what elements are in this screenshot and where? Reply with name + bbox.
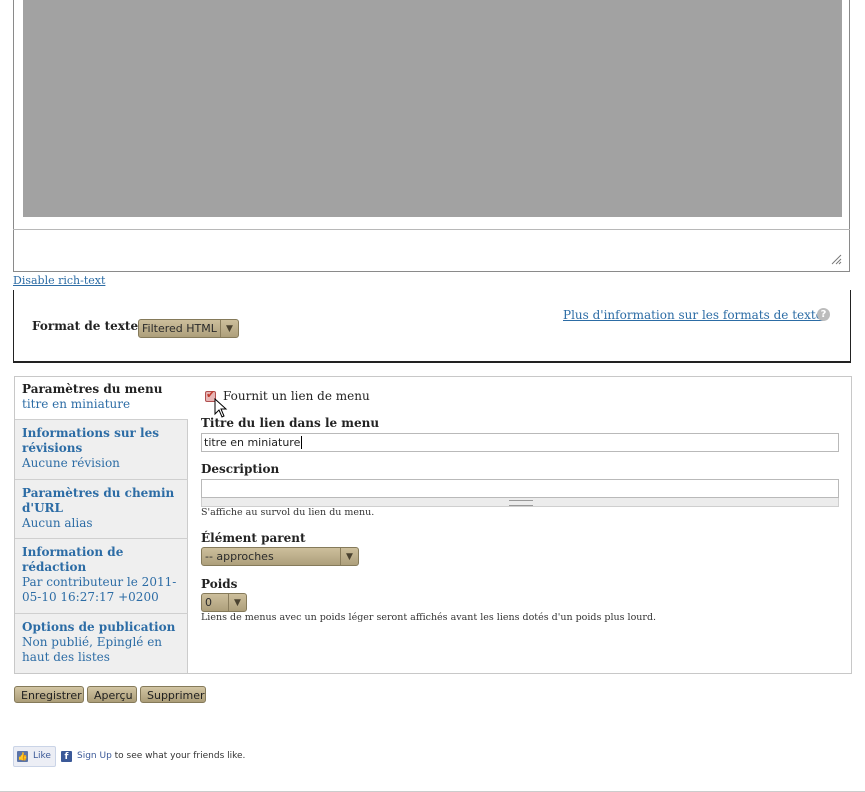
textarea-resize-grip[interactable] bbox=[201, 498, 839, 507]
editor-content-area[interactable] bbox=[23, 0, 842, 217]
tab-menu-settings[interactable]: Paramètres du menu titre en miniature bbox=[15, 377, 188, 420]
tab-title: Paramètres du chemin d'URL bbox=[22, 486, 175, 515]
tab-authoring-info[interactable]: Information de rédaction Par contributeu… bbox=[15, 539, 188, 614]
parent-item-select[interactable]: -- approches ▼ bbox=[201, 547, 359, 566]
delete-button[interactable]: Supprimer bbox=[140, 686, 206, 703]
question-icon[interactable]: ? bbox=[817, 308, 830, 321]
chevron-down-icon: ▼ bbox=[228, 594, 246, 611]
weight-value: 0 bbox=[205, 596, 212, 609]
menu-link-title-label: Titre du lien dans le menu bbox=[201, 416, 380, 430]
resize-grip-icon[interactable] bbox=[830, 253, 842, 265]
editor-divider bbox=[13, 229, 850, 230]
like-label: Like bbox=[33, 751, 51, 761]
chevron-down-icon: ▼ bbox=[220, 320, 238, 337]
menu-link-title-value: titre en miniature bbox=[204, 436, 301, 449]
tab-summary: Non publié, Epinglé en haut des listes bbox=[22, 635, 163, 664]
tab-title: Information de rédaction bbox=[22, 545, 124, 574]
parent-item-label: Élément parent bbox=[201, 531, 306, 545]
text-format-select[interactable]: Filtered HTML ▼ bbox=[138, 319, 239, 338]
weight-select[interactable]: 0 ▼ bbox=[201, 593, 247, 612]
facebook-like-button[interactable]: 👍 Like bbox=[13, 746, 56, 767]
save-button[interactable]: Enregistrer bbox=[14, 686, 84, 703]
weight-hint: Liens de menus avec un poids léger seron… bbox=[201, 612, 657, 623]
tab-url-path[interactable]: Paramètres du chemin d'URL Aucun alias bbox=[15, 480, 188, 539]
tab-title: Informations sur les révisions bbox=[22, 426, 159, 455]
tab-summary: Aucun alias bbox=[22, 516, 93, 530]
tab-summary: titre en miniature bbox=[22, 397, 131, 411]
grip-lines-icon bbox=[509, 500, 533, 506]
description-textarea[interactable] bbox=[201, 479, 839, 498]
provide-menu-link-label[interactable]: Fournit un lien de menu bbox=[223, 389, 370, 403]
tab-title: Paramètres du menu bbox=[22, 382, 163, 396]
tab-publishing-options[interactable]: Options de publication Non publié, Eping… bbox=[15, 614, 188, 673]
tab-summary: Aucune révision bbox=[22, 456, 120, 470]
description-hint: S'affiche au survol du lien du menu. bbox=[201, 507, 375, 518]
thumbs-up-icon: 👍 bbox=[17, 751, 28, 762]
parent-item-value: -- approches bbox=[205, 550, 274, 563]
facebook-signup-link[interactable]: Sign Up bbox=[77, 751, 112, 761]
menu-link-title-input[interactable]: titre en miniature bbox=[201, 433, 839, 452]
facebook-signup-text: Sign Up to see what your friends like. bbox=[77, 751, 245, 761]
mouse-cursor-icon bbox=[214, 398, 228, 418]
description-label: Description bbox=[201, 462, 280, 476]
tab-revision-info[interactable]: Informations sur les révisions Aucune ré… bbox=[15, 420, 188, 480]
disable-rich-text-link[interactable]: Disable rich-text bbox=[13, 274, 105, 287]
facebook-signup-suffix: to see what your friends like. bbox=[111, 751, 246, 761]
facebook-icon: f bbox=[61, 751, 72, 762]
tab-summary: Par contributeur le 2011-05-10 16:27:17 … bbox=[22, 575, 177, 604]
text-format-info-link[interactable]: Plus d'information sur les formats de te… bbox=[563, 308, 823, 322]
text-caret bbox=[301, 436, 303, 449]
chevron-down-icon: ▼ bbox=[340, 548, 358, 565]
tab-title: Options de publication bbox=[22, 620, 176, 634]
text-format-label: Format de texte bbox=[32, 319, 139, 333]
text-format-value: Filtered HTML bbox=[142, 322, 217, 335]
weight-label: Poids bbox=[201, 577, 238, 591]
preview-button[interactable]: Aperçu bbox=[87, 686, 137, 703]
